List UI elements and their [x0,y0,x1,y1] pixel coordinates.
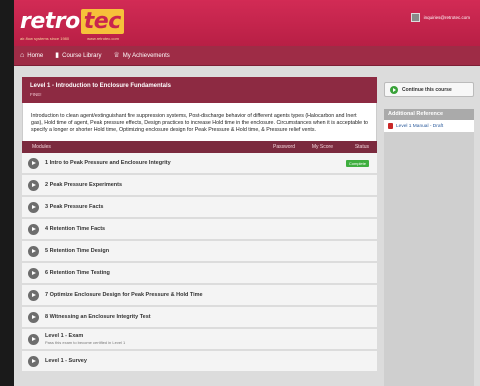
level-header: Level 1 - Introduction to Enclosure Fund… [22,77,377,103]
play-icon[interactable] [28,311,39,323]
module-row[interactable]: 7 Optimize Enclosure Design for Peak Pre… [22,285,377,308]
module-row[interactable]: 8 Witnessing an Enclosure Integrity Test [22,307,377,330]
play-icon[interactable] [28,245,39,257]
avatar[interactable] [410,13,420,22]
level-title: Level 1 - Introduction to Enclosure Fund… [30,83,172,89]
col-status: Status [354,144,369,151]
nav-item-my-achievements[interactable]: ♕ My Achievements [113,52,169,59]
module-row[interactable]: 6 Retention Time Testing [22,263,377,286]
site-header: retro tec air-flow systems since 1980 ww… [14,0,480,46]
trophy-icon: ♕ [113,52,120,59]
module-subtext: Pass this exam to become certified in Le… [45,340,126,346]
play-icon[interactable] [28,289,39,301]
app-frame: retro tec air-flow systems since 1980 ww… [14,0,480,386]
modules-list: 1 Intro to Peak Pressure and Enclosure I… [22,153,377,374]
modules-table-header: Modules Password My Score Status [22,141,377,154]
play-icon[interactable] [28,201,39,213]
additional-reference-heading: Additional Reference [384,109,474,120]
play-icon[interactable] [28,355,39,367]
retrotec-logo[interactable]: retro tec [20,8,124,34]
main-nav: ⌂ Home ▮ Course Library ♕ My Achievement… [14,46,480,66]
module-row[interactable]: 3 Peak Pressure Facts [22,197,377,220]
play-icon[interactable] [28,223,39,235]
col-modules: Modules [32,144,51,151]
reference-link-label[interactable]: Level 1 Manual - Draft [396,124,443,129]
logo-text-retro: retro [20,8,80,34]
course-main: Level 1 - Introduction to Enclosure Fund… [22,77,377,374]
nav-item-course-library[interactable]: ▮ Course Library [55,52,101,59]
module-name[interactable]: 7 Optimize Enclosure Design for Peak Pre… [45,292,369,298]
level-subtitle: FINE! [30,92,42,97]
account-menu[interactable]: inquiries@retrotec.com [410,13,470,22]
module-row[interactable]: 2 Peak Pressure Experiments [22,175,377,198]
continue-course-label: Continue this course [402,86,452,93]
nav-label-my-achievements: My Achievements [122,52,170,59]
module-name[interactable]: 5 Retention Time Design [45,248,369,254]
module-name[interactable]: 6 Retention Time Testing [45,270,369,276]
nav-label-home: Home [27,52,44,59]
module-name[interactable]: 8 Witnessing an Enclosure Integrity Test [45,314,369,320]
book-icon: ▮ [55,52,60,59]
module-row[interactable]: Level 1 - Survey [22,351,377,374]
course-sidebar: Continue this course Additional Referenc… [384,82,474,386]
tagline-left: air-flow systems since 1980 [20,36,70,41]
level-description: Introduction to clean agent/extinguishan… [22,103,377,142]
home-icon: ⌂ [20,52,25,59]
module-name[interactable]: 4 Retention Time Facts [45,226,369,232]
module-row[interactable]: 4 Retention Time Facts [22,219,377,242]
nav-item-home[interactable]: ⌂ Home [20,52,43,59]
module-name[interactable]: Level 1 - Survey [45,358,369,364]
nav-label-course-library: Course Library [62,52,102,59]
col-score: My Score [311,144,333,151]
reference-link[interactable]: Level 1 Manual - Draft [384,120,474,132]
status-badge: Complete [345,159,369,167]
pdf-icon [388,123,393,129]
account-email[interactable]: inquiries@retrotec.com [424,15,470,20]
module-name[interactable]: 2 Peak Pressure Experiments [45,182,369,188]
sidebar-panel [384,132,474,386]
play-icon[interactable] [28,333,39,345]
tagline-right: www.retrotec.com [87,36,119,41]
module-row[interactable]: 5 Retention Time Design [22,241,377,264]
col-password: Password [273,144,295,151]
play-icon[interactable] [28,267,39,279]
play-icon[interactable] [28,157,39,169]
module-name[interactable]: 1 Intro to Peak Pressure and Enclosure I… [45,160,346,166]
module-name[interactable]: 3 Peak Pressure Facts [45,204,369,210]
module-title: Level 1 - Exam [45,333,84,340]
play-icon[interactable] [28,179,39,191]
module-name[interactable]: Level 1 - Exam Pass this exam to become … [45,333,369,345]
logo-tagline: air-flow systems since 1980 www.retrotec… [20,36,119,41]
play-circle-icon [390,85,398,94]
module-row[interactable]: Level 1 - Exam Pass this exam to become … [22,329,377,352]
logo-text-tec: tec [80,8,124,34]
continue-course-button[interactable]: Continue this course [384,82,474,97]
module-row[interactable]: 1 Intro to Peak Pressure and Enclosure I… [22,153,377,176]
